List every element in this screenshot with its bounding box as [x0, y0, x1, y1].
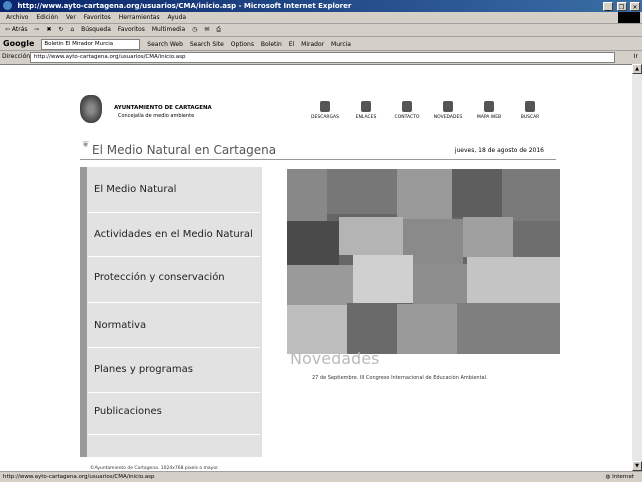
- nav-contacto[interactable]: CONTACTO: [387, 101, 427, 120]
- term-el[interactable]: El: [289, 41, 294, 48]
- nav-novedades[interactable]: NOVEDADES: [428, 101, 468, 120]
- menu-separator: [88, 256, 260, 257]
- nav-descargas[interactable]: DESCARGAS: [305, 101, 345, 120]
- left-menu: El Medio Natural Actividades en el Medio…: [80, 167, 262, 457]
- term-boletin[interactable]: Boletin: [261, 41, 282, 48]
- department-name: Concejalía de medio ambiente: [118, 113, 195, 119]
- menu-separator: [88, 212, 260, 213]
- refresh-icon[interactable]: ↻: [58, 26, 63, 33]
- news-item[interactable]: 27 de Septiembre. III Congreso Internaci…: [312, 375, 488, 381]
- menu-item-planes[interactable]: Planes y programas: [94, 351, 259, 388]
- sitemap-icon: [484, 101, 494, 112]
- divider: [80, 159, 556, 160]
- coat-of-arms-logo: [80, 95, 102, 123]
- back-button[interactable]: ⇦ Atrás: [5, 26, 28, 33]
- multimedia-button[interactable]: Multimedia: [152, 26, 185, 33]
- address-input[interactable]: http://www.ayto-cartagena.org/usuarios/C…: [30, 52, 615, 63]
- photo-collage: [287, 169, 560, 354]
- google-search-input[interactable]: Boletin El Mirador Murcia: [41, 39, 141, 50]
- stop-icon[interactable]: ✖: [46, 26, 51, 33]
- mail-icon: [402, 101, 412, 112]
- window-titlebar: http://www.ayto-cartagena.org/usuarios/C…: [0, 0, 642, 12]
- nav-mapa-web[interactable]: MAPA WEB: [469, 101, 509, 120]
- google-logo[interactable]: Google: [3, 39, 34, 48]
- scroll-down-arrow-icon[interactable]: ▼: [632, 461, 642, 471]
- menu-ver[interactable]: Ver: [66, 14, 76, 21]
- menu-archivo[interactable]: Archivo: [6, 14, 28, 21]
- menu-item-proteccion[interactable]: Protección y conservación: [94, 259, 259, 296]
- menu-item-publicaciones[interactable]: Publicaciones: [94, 393, 259, 430]
- term-mirador[interactable]: Mirador: [301, 41, 324, 48]
- status-text: http://www.ayto-cartagena.org/usuarios/C…: [3, 474, 155, 480]
- status-bar: http://www.ayto-cartagena.org/usuarios/C…: [0, 471, 642, 482]
- menu-item-normativa[interactable]: Normativa: [94, 307, 259, 344]
- menu-item-medio-natural[interactable]: El Medio Natural: [94, 171, 259, 208]
- menu-separator: [88, 347, 260, 348]
- address-label: Dirección: [2, 53, 31, 60]
- maximize-button[interactable]: ❐: [616, 2, 627, 11]
- standard-toolbar: ⇦ Atrás ⇨ ✖ ↻ ⌂ Búsqueda Favoritos Multi…: [0, 24, 642, 37]
- menu-separator: [88, 434, 260, 435]
- address-bar: Dirección http://www.ayto-cartagena.org/…: [0, 51, 642, 63]
- print-icon[interactable]: ⎙: [216, 26, 221, 33]
- options-button[interactable]: Options: [231, 41, 254, 48]
- nav-buscar[interactable]: BUSCAR: [510, 101, 550, 120]
- current-date: jueves, 18 de agosto de 2016: [454, 147, 544, 154]
- close-button[interactable]: ✕: [630, 2, 640, 11]
- window-title: http://www.ayto-cartagena.org/usuarios/C…: [17, 2, 352, 10]
- leaf-icon: ❦: [82, 140, 90, 150]
- news-heading: Novedades: [290, 349, 380, 368]
- menu-ayuda[interactable]: Ayuda: [168, 14, 187, 21]
- menu-favoritos[interactable]: Favoritos: [84, 14, 111, 21]
- scroll-up-arrow-icon[interactable]: ▲: [632, 64, 642, 74]
- menu-separator: [88, 302, 260, 303]
- ie-icon: [3, 1, 12, 10]
- vertical-scrollbar[interactable]: ▲ ▼: [632, 64, 642, 471]
- mail-icon[interactable]: ✉: [204, 26, 209, 33]
- search-site-button[interactable]: Search Site: [190, 41, 224, 48]
- favorites-button[interactable]: Favoritos: [118, 26, 145, 33]
- history-icon[interactable]: ◷: [192, 26, 197, 33]
- minimize-button[interactable]: _: [603, 2, 614, 11]
- page-viewport: AYUNTAMIENTO DE CARTAGENA Concejalía de …: [0, 64, 632, 472]
- links-icon: [361, 101, 371, 112]
- top-navigation: DESCARGAS ENLACES CONTACTO NOVEDADES MAP…: [305, 101, 550, 127]
- search-button[interactable]: Búsqueda: [81, 26, 111, 33]
- google-toolbar: Google Boletin El Mirador Murcia Search …: [0, 37, 642, 51]
- menu-edicion[interactable]: Edición: [36, 14, 58, 21]
- windows-logo-icon: [618, 12, 640, 23]
- term-murcia[interactable]: Murcia: [331, 41, 351, 48]
- org-name: AYUNTAMIENTO DE CARTAGENA: [114, 105, 212, 111]
- news-icon: [443, 101, 453, 112]
- site-title: ❦ El Medio Natural en Cartagena: [82, 140, 277, 157]
- go-button[interactable]: Ir: [634, 51, 638, 63]
- home-icon[interactable]: ⌂: [70, 26, 74, 33]
- nav-enlaces[interactable]: ENLACES: [346, 101, 386, 120]
- menu-herramientas[interactable]: Herramientas: [119, 14, 160, 21]
- menu-strip: [80, 167, 87, 457]
- binoculars-icon: [525, 101, 535, 112]
- menu-item-actividades[interactable]: Actividades en el Medio Natural: [94, 216, 259, 253]
- menu-bar: Archivo Edición Ver Favoritos Herramient…: [0, 12, 642, 24]
- download-icon: [320, 101, 330, 112]
- search-web-button[interactable]: Search Web: [147, 41, 183, 48]
- forward-button[interactable]: ⇨: [34, 26, 39, 33]
